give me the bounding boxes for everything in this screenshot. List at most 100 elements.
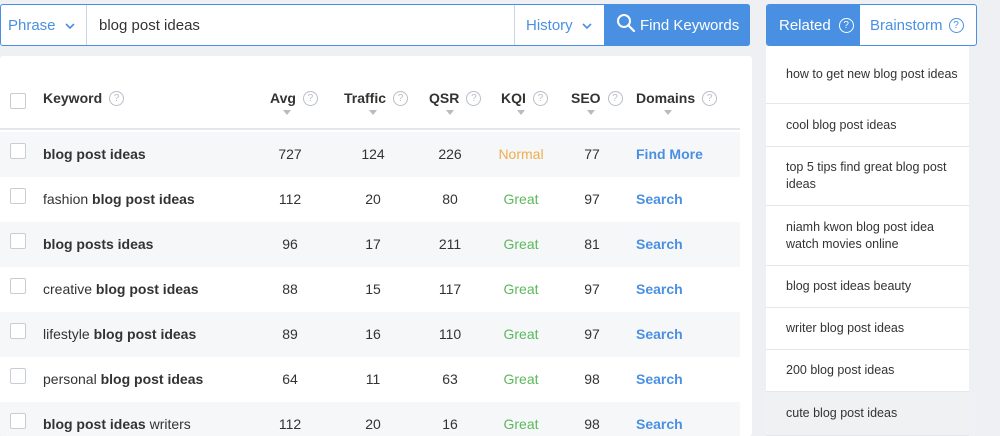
keyword-cell[interactable]: blog posts ideas bbox=[43, 222, 153, 267]
row-checkbox[interactable] bbox=[10, 413, 26, 429]
row-checkbox[interactable] bbox=[10, 188, 26, 204]
help-icon[interactable]: ? bbox=[948, 17, 964, 33]
search-domains-link[interactable]: Search bbox=[636, 222, 683, 267]
table-row: blog post ideas writers 112 20 16 Great … bbox=[0, 402, 740, 436]
select-all-checkbox[interactable] bbox=[10, 93, 26, 109]
help-icon[interactable]: ? bbox=[393, 90, 409, 106]
keyword-cell[interactable]: fashion blog post ideas bbox=[43, 177, 195, 222]
column-header-kqi[interactable]: KQI ? bbox=[501, 90, 548, 106]
avg-cell: 727 bbox=[278, 146, 302, 162]
related-keyword-list: how to get new blog post ideas cool blog… bbox=[766, 46, 969, 436]
traffic-cell: 15 bbox=[365, 281, 381, 297]
seo-cell: 98 bbox=[584, 371, 600, 387]
list-item[interactable]: how to get new blog post ideas bbox=[766, 46, 969, 104]
help-icon[interactable]: ? bbox=[838, 17, 854, 33]
seo-cell: 97 bbox=[584, 281, 600, 297]
row-checkbox[interactable] bbox=[10, 323, 26, 339]
seo-cell: 77 bbox=[584, 146, 600, 162]
list-item[interactable]: cool blog post ideas bbox=[766, 104, 969, 147]
avg-cell: 112 bbox=[278, 416, 302, 432]
sort-caret-icon[interactable] bbox=[664, 110, 672, 115]
traffic-cell: 20 bbox=[365, 416, 381, 432]
sort-caret-icon[interactable] bbox=[587, 110, 595, 115]
kqi-cell: Great bbox=[503, 191, 539, 207]
table-row: blog posts ideas 96 17 211 Great 81 Sear… bbox=[0, 222, 740, 267]
kqi-cell: Great bbox=[503, 416, 539, 432]
column-header-keyword[interactable]: Keyword ? bbox=[43, 90, 125, 106]
magnifier-icon bbox=[616, 13, 640, 37]
row-checkbox[interactable] bbox=[10, 368, 26, 384]
kqi-cell: Great bbox=[503, 281, 539, 297]
list-item[interactable]: cute blog post ideas bbox=[766, 392, 969, 436]
search-domains-link[interactable]: Search bbox=[636, 267, 683, 312]
column-header-qsr[interactable]: QSR ? bbox=[429, 90, 482, 106]
avg-cell: 88 bbox=[282, 281, 298, 297]
keyword-cell[interactable]: blog post ideas bbox=[43, 132, 146, 177]
kqi-cell: Normal bbox=[498, 146, 544, 162]
help-icon[interactable]: ? bbox=[702, 90, 718, 106]
qsr-cell: 16 bbox=[442, 416, 458, 432]
help-icon[interactable]: ? bbox=[466, 90, 482, 106]
traffic-cell: 124 bbox=[361, 146, 385, 162]
list-item[interactable]: niamh kwon blog post idea watch movies o… bbox=[766, 206, 969, 266]
list-item[interactable]: blog post ideas beauty bbox=[766, 266, 969, 308]
keyword-search-input[interactable] bbox=[87, 5, 514, 45]
seo-cell: 98 bbox=[584, 416, 600, 432]
tab-brainstorm[interactable]: Brainstorm ? bbox=[860, 5, 976, 45]
qsr-cell: 226 bbox=[438, 146, 462, 162]
qsr-cell: 117 bbox=[438, 281, 462, 297]
column-header-avg[interactable]: Avg ? bbox=[270, 90, 318, 106]
column-header-domains[interactable]: Domains ? bbox=[636, 90, 718, 106]
row-checkbox[interactable] bbox=[10, 278, 26, 294]
match-type-select[interactable]: Phrase bbox=[1, 5, 87, 45]
kqi-cell: Great bbox=[503, 236, 539, 252]
table-header: Keyword ? Avg ? Traffic ? QSR ? KQI ? SE… bbox=[0, 56, 740, 130]
chevron-down-icon bbox=[64, 17, 75, 34]
sort-caret-icon[interactable] bbox=[369, 110, 377, 115]
kqi-cell: Great bbox=[503, 326, 539, 342]
search-domains-link[interactable]: Search bbox=[636, 312, 683, 357]
help-icon[interactable]: ? bbox=[109, 90, 125, 106]
match-type-label: Phrase bbox=[8, 16, 56, 34]
list-item[interactable]: 200 blog post ideas bbox=[766, 350, 969, 392]
find-keywords-button[interactable]: Find Keywords bbox=[604, 4, 750, 46]
row-checkbox[interactable] bbox=[10, 143, 26, 159]
keyword-cell[interactable]: lifestyle blog post ideas bbox=[43, 312, 196, 357]
find-more-link[interactable]: Find More bbox=[636, 132, 703, 177]
column-header-traffic[interactable]: Traffic ? bbox=[344, 90, 409, 106]
qsr-cell: 110 bbox=[438, 326, 462, 342]
keyword-cell[interactable]: creative blog post ideas bbox=[43, 267, 199, 312]
seo-cell: 97 bbox=[584, 191, 600, 207]
traffic-cell: 11 bbox=[365, 371, 381, 387]
keyword-cell[interactable]: blog post ideas writers bbox=[43, 402, 191, 436]
table-row: personal blog post ideas 64 11 63 Great … bbox=[0, 357, 740, 402]
sort-caret-icon[interactable] bbox=[283, 110, 291, 115]
search-domains-link[interactable]: Search bbox=[636, 177, 683, 222]
table-row: blog post ideas 727 124 226 Normal 77 Fi… bbox=[0, 132, 740, 177]
history-label: History bbox=[526, 16, 573, 34]
help-icon[interactable]: ? bbox=[607, 90, 623, 106]
sort-caret-icon[interactable] bbox=[446, 110, 454, 115]
qsr-cell: 63 bbox=[442, 371, 458, 387]
history-select[interactable]: History bbox=[514, 5, 604, 45]
keyword-results-table: Keyword ? Avg ? Traffic ? QSR ? KQI ? SE… bbox=[0, 56, 752, 436]
list-item[interactable]: top 5 tips find great blog post ideas bbox=[766, 147, 969, 206]
avg-cell: 89 bbox=[282, 326, 298, 342]
tab-related[interactable]: Related ? bbox=[767, 5, 860, 45]
list-item[interactable]: writer blog post ideas bbox=[766, 308, 969, 350]
qsr-cell: 80 bbox=[442, 191, 458, 207]
sort-caret-icon[interactable] bbox=[517, 110, 525, 115]
seo-cell: 97 bbox=[584, 326, 600, 342]
row-checkbox[interactable] bbox=[10, 233, 26, 249]
search-domains-link[interactable]: Search bbox=[636, 357, 683, 402]
help-icon[interactable]: ? bbox=[302, 90, 318, 106]
keyword-cell[interactable]: personal blog post ideas bbox=[43, 357, 203, 402]
traffic-cell: 17 bbox=[365, 236, 381, 252]
search-bar: Phrase History Find Keywords bbox=[0, 4, 750, 46]
avg-cell: 96 bbox=[282, 236, 298, 252]
search-domains-link[interactable]: Search bbox=[636, 402, 683, 436]
help-icon[interactable]: ? bbox=[532, 90, 548, 106]
column-header-seo[interactable]: SEO ? bbox=[571, 90, 623, 106]
traffic-cell: 16 bbox=[365, 326, 381, 342]
table-row: lifestyle blog post ideas 89 16 110 Grea… bbox=[0, 312, 740, 357]
